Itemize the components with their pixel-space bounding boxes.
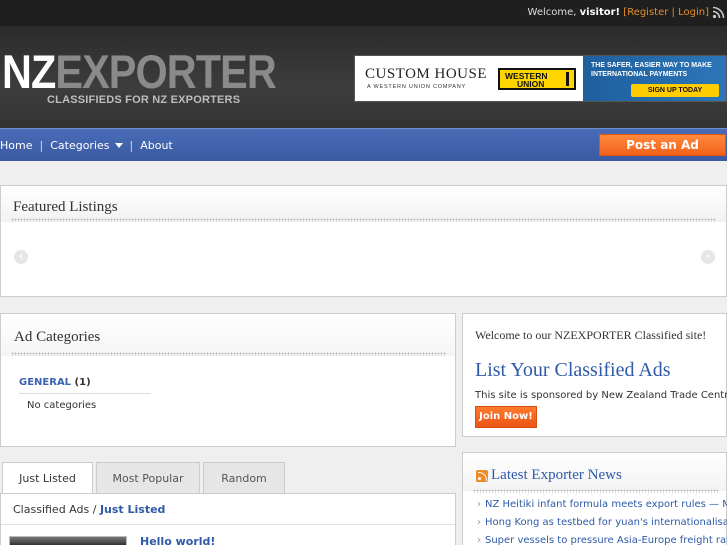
rss-icon[interactable] — [712, 6, 725, 19]
banner-message: THE SAFER, EASIER WAY TO MAKE INTERNATIO… — [583, 56, 726, 101]
site-tagline: CLASSIFIEDS FOR NZ EXPORTERS — [47, 94, 241, 106]
welcome-panel: Welcome to our NZEXPORTER Classified sit… — [462, 313, 727, 437]
tab-most-popular[interactable]: Most Popular — [96, 462, 200, 494]
news-item[interactable]: Hong Kong as testbed for yuan's internat… — [477, 517, 727, 528]
banner-signup-button[interactable]: SIGN UP TODAY — [631, 84, 719, 97]
username: visitor! — [579, 7, 621, 18]
sponsor-text: This site is sponsored by New Zealand Tr… — [475, 390, 727, 401]
post-ad-button[interactable]: Post an Ad — [599, 134, 726, 156]
site-header: NZEXPORTER CLASSIFIEDS FOR NZ EXPORTERS … — [0, 26, 727, 128]
nav-home[interactable]: Home — [0, 139, 32, 152]
join-now-button[interactable]: Join Now! — [475, 406, 537, 428]
main-nav: Home | Categories | About Post an Ad — [0, 128, 727, 161]
listing-panel: Classified Ads / Just Listed Hello world… — [0, 493, 456, 545]
site-logo[interactable]: NZEXPORTER — [2, 48, 277, 96]
exporter-news-panel: Latest Exporter News NZ Heitiki infant f… — [462, 452, 727, 545]
news-item[interactable]: Super vessels to pressure Asia-Europe fr… — [477, 535, 727, 545]
carousel-prev-icon[interactable]: ‹ — [14, 250, 28, 264]
no-categories-text: No categories — [27, 400, 97, 411]
category-general[interactable]: GENERAL (1) — [19, 377, 91, 388]
featured-listings-panel: Featured Listings ‹ › — [0, 185, 727, 297]
rss-feed-icon[interactable] — [476, 470, 488, 482]
ad-categories-title: Ad Categories — [14, 329, 101, 345]
news-title[interactable]: Latest Exporter News — [491, 467, 622, 484]
ad-categories-panel: Ad Categories GENERAL (1) No categories — [0, 313, 456, 447]
carousel-next-icon[interactable]: › — [701, 250, 715, 264]
banner-brand: CUSTOM HOUSE — [365, 66, 487, 82]
breadcrumb: Classified Ads / Just Listed — [13, 503, 166, 516]
login-link[interactable]: Login — [678, 7, 705, 18]
top-bar: Welcome, visitor! [Register | Login] — [0, 0, 727, 26]
tab-just-listed[interactable]: Just Listed — [2, 462, 93, 495]
news-item[interactable]: NZ Heitiki infant formula meets export r… — [477, 499, 727, 510]
western-union-logo: WESTERN UNION — [498, 68, 576, 90]
tab-random[interactable]: Random — [203, 462, 285, 494]
listing-thumbnail[interactable] — [9, 536, 127, 545]
banner-brand-sub: A WESTERN UNION COMPANY — [367, 84, 466, 90]
register-link[interactable]: Register — [627, 7, 668, 18]
listing-title[interactable]: Hello world! — [140, 535, 215, 545]
breadcrumb-current: Just Listed — [99, 503, 166, 516]
nav-about[interactable]: About — [140, 139, 173, 152]
breadcrumb-root[interactable]: Classified Ads — [13, 503, 89, 516]
featured-title: Featured Listings — [13, 199, 118, 215]
welcome-intro: Welcome to our NZEXPORTER Classified sit… — [475, 328, 707, 342]
nav-categories[interactable]: Categories — [50, 139, 123, 152]
welcome-text: Welcome, visitor! [Register | Login] — [527, 7, 709, 18]
ad-banner[interactable]: CUSTOM HOUSE A WESTERN UNION COMPANY WES… — [354, 55, 727, 102]
welcome-prefix: Welcome, — [527, 7, 577, 18]
chevron-down-icon — [114, 143, 123, 148]
welcome-headline: List Your Classified Ads — [475, 359, 671, 381]
